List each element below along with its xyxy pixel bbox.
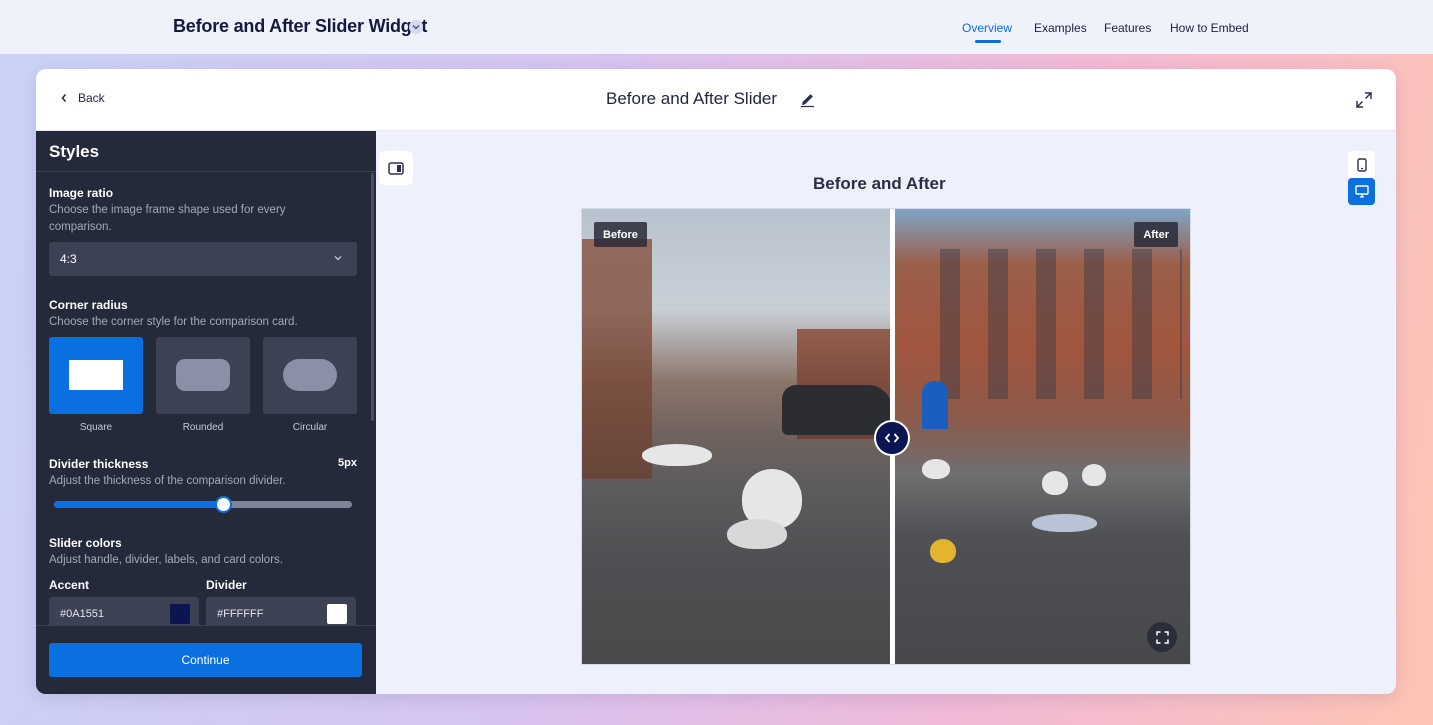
fullscreen-icon (1155, 630, 1169, 644)
slider-thumb[interactable] (215, 496, 233, 513)
divider-label: Divider (206, 578, 247, 592)
image-ratio-value: 4:3 (60, 252, 77, 266)
desktop-icon (1354, 185, 1369, 198)
fullscreen-button[interactable] (1147, 622, 1177, 652)
editor-card: Back Before and After Slider Styles Imag… (36, 69, 1396, 694)
divider-color-swatch[interactable] (327, 604, 347, 624)
gull-shape (1082, 464, 1106, 486)
sidebar-scrollbar[interactable] (371, 173, 374, 421)
corner-option-label: Square (79, 422, 113, 433)
accent-color-swatch[interactable] (170, 604, 190, 624)
after-windows (912, 249, 1182, 399)
litter-shape (930, 539, 956, 563)
square-shape-icon (69, 360, 123, 390)
preview-area: Before and After Before After (376, 131, 1396, 694)
before-image (582, 209, 892, 664)
corner-option-rounded[interactable] (156, 337, 250, 414)
nav-overview[interactable]: Overview (962, 21, 1012, 35)
nav-how-to-embed[interactable]: How to Embed (1170, 21, 1249, 35)
accent-color-value: #0A1551 (60, 608, 105, 620)
continue-button[interactable]: Continue (49, 643, 362, 677)
comparison-card[interactable]: Before After (581, 208, 1191, 665)
widget-title-text: Before and After (813, 174, 946, 193)
corner-option-circular[interactable] (263, 337, 357, 414)
sidebar-header: Styles (36, 131, 376, 172)
gull-shape (642, 444, 712, 466)
litter-shape (1032, 514, 1097, 532)
after-door (922, 381, 948, 429)
before-building (582, 239, 652, 479)
chevron-down-icon[interactable] (409, 20, 423, 34)
back-button[interactable]: Back (60, 91, 105, 105)
slider-colors-description: Adjust handle, divider, labels, and card… (49, 554, 283, 566)
gull-shape (727, 519, 787, 549)
editor-header: Back Before and After Slider (36, 69, 1396, 131)
divider-color-value: #FFFFFF (217, 608, 264, 620)
divider-handle[interactable] (874, 420, 910, 456)
back-label: Back (78, 91, 105, 105)
image-ratio-select[interactable]: 4:3 (49, 242, 357, 276)
mobile-preview-button[interactable] (1348, 151, 1375, 178)
gull-shape (922, 459, 950, 479)
chevron-left-icon (61, 94, 67, 102)
corner-option-label: Circular (292, 422, 328, 433)
nav-active-indicator (975, 40, 1001, 43)
desktop-preview-button[interactable] (1348, 178, 1375, 205)
slider-colors-label: Slider colors (49, 536, 122, 550)
mobile-icon (1356, 157, 1367, 172)
sidebar-footer: Continue (36, 625, 376, 694)
after-image (892, 209, 1190, 664)
before-car (782, 385, 892, 435)
after-label: After (1134, 222, 1178, 247)
corner-radius-label: Corner radius (49, 298, 128, 312)
corner-option-square[interactable] (49, 337, 143, 414)
accent-label: Accent (49, 578, 90, 592)
divider-thickness-label: Divider thickness (49, 457, 149, 471)
app-title: Before and After Slider Widget (173, 16, 428, 36)
gull-shape (1042, 471, 1068, 495)
sidebar-heading: Styles (49, 142, 100, 161)
divider-thickness-slider[interactable] (54, 501, 352, 508)
image-ratio-label: Image ratio (49, 186, 114, 200)
corner-option-label: Rounded (182, 422, 224, 433)
pencil-icon[interactable] (799, 91, 816, 113)
before-label: Before (594, 222, 647, 247)
image-ratio-description: Choose the image frame shape used for ev… (49, 204, 286, 233)
divider-thickness-description: Adjust the thickness of the comparison d… (49, 475, 286, 487)
expand-icon[interactable] (1355, 91, 1373, 114)
rounded-shape-icon (176, 359, 230, 391)
slider-fill (54, 501, 224, 508)
editor-title: Before and After Slider (606, 89, 778, 108)
corner-radius-description: Choose the corner style for the comparis… (49, 316, 298, 328)
chevron-down-icon (334, 256, 342, 261)
divider-thickness-value: 5px (338, 457, 357, 469)
nav-features[interactable]: Features (1104, 21, 1151, 35)
circular-shape-icon (283, 359, 337, 391)
top-bar: Before and After Slider Widget Overview … (0, 0, 1433, 54)
nav-examples[interactable]: Examples (1034, 21, 1087, 35)
code-arrows-icon (884, 433, 900, 443)
styles-sidebar: Styles Image ratio Choose the image fram… (36, 131, 376, 694)
toggle-sidebar-icon[interactable] (379, 151, 413, 185)
